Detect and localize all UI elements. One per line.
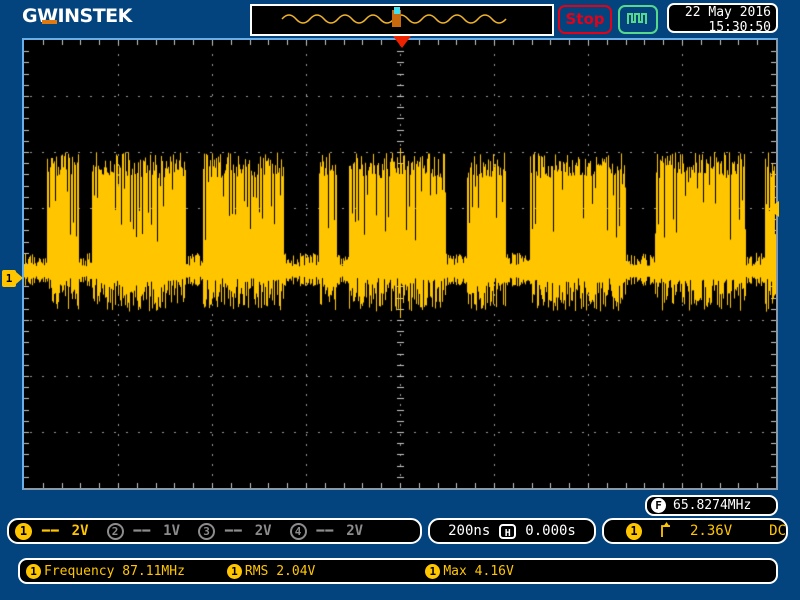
channel-2-settings[interactable]: 2 ━━ 1V: [106, 522, 180, 540]
channel-1-settings[interactable]: 1 ━━ 2V: [15, 522, 89, 540]
brand-logo: GWINSTEK: [22, 5, 132, 27]
rising-edge-icon: [660, 521, 673, 542]
channel-2-badge[interactable]: 2: [106, 522, 124, 540]
measurement-2-channel-badge: 1: [226, 563, 242, 579]
measurement-1-label: Frequency: [44, 563, 115, 579]
measurement-item-max[interactable]: 1 Max 4.16V: [425, 563, 514, 579]
frequency-counter: F 65.8274MHz: [645, 495, 778, 516]
trigger-source-badge[interactable]: 1: [626, 522, 642, 540]
channel-4-settings[interactable]: 4 ━━ 2V: [289, 522, 363, 540]
timebase-scale[interactable]: 200ns: [448, 523, 490, 539]
trigger-level-arrow[interactable]: [768, 201, 779, 217]
channel-1-ground-pointer: [16, 272, 23, 284]
channel-2-volts-div[interactable]: 1V: [163, 523, 180, 539]
trigger-level-value[interactable]: 2.36V: [690, 523, 732, 539]
channel-1-badge[interactable]: 1: [15, 522, 32, 540]
trigger-position-arrow[interactable]: [393, 36, 411, 48]
timebase-position[interactable]: 0.000s: [525, 523, 576, 539]
channel-3-coupling-icon: ━━: [225, 523, 243, 539]
measurement-3-label: Max: [443, 563, 467, 579]
frequency-counter-badge: F: [651, 498, 666, 513]
timebase-bar[interactable]: 200ns H 0.000s: [428, 518, 596, 544]
measurement-3-channel-badge: 1: [425, 563, 441, 579]
date-time-display: 22 May 2016 15:30:50: [667, 3, 778, 35]
trigger-coupling[interactable]: DC: [769, 523, 786, 539]
measurement-bar: 1 Frequency 87.11MHz 1 RMS 2.04V 1 Max 4…: [18, 558, 778, 584]
measurement-item-rms[interactable]: 1 RMS 2.04V: [226, 563, 316, 579]
measurement-1-value: 87.11MHz: [122, 563, 185, 579]
waveform-canvas: [24, 40, 776, 488]
channel-2-coupling-icon: ━━: [133, 523, 152, 539]
channel-1-ground-marker[interactable]: 1: [2, 270, 23, 287]
channel-1-volts-div[interactable]: 2V: [72, 523, 89, 539]
oscilloscope-screen: GWINSTEK Stop 22 May 2016 15:30:50 1 F 6…: [0, 0, 800, 600]
brand-logo-accent-bar: [42, 20, 57, 24]
measurement-item-frequency[interactable]: 1 Frequency 87.11MHz: [26, 563, 185, 579]
waveform-overview-icon: [281, 7, 507, 27]
channel-settings-bar: 1 ━━ 2V 2 ━━ 1V 3 ━━ 2V 4 ━━ 2V: [7, 518, 422, 544]
channel-4-badge[interactable]: 4: [289, 522, 307, 540]
measurement-1-channel-badge: 1: [26, 563, 41, 579]
date-text: 22 May 2016: [684, 5, 771, 20]
measurement-2-label: RMS: [244, 563, 269, 579]
channel-3-badge[interactable]: 3: [198, 522, 216, 540]
pulse-waveform-icon[interactable]: [618, 5, 658, 34]
channel-4-volts-div[interactable]: 2V: [346, 523, 363, 539]
horizontal-position-icon: H: [499, 523, 517, 539]
channel-1-ground-label: 1: [2, 270, 16, 287]
channel-1-coupling-icon: ━━: [42, 523, 60, 539]
measurement-3-value: 4.16V: [474, 563, 514, 579]
waveform-overview-window[interactable]: [250, 4, 554, 36]
frequency-counter-value: 65.8274MHz: [673, 498, 752, 513]
top-toolbar: GWINSTEK Stop 22 May 2016 15:30:50: [0, 0, 800, 36]
waveform-display-area[interactable]: [22, 38, 778, 490]
channel-3-volts-div[interactable]: 2V: [255, 523, 272, 539]
run-stop-button[interactable]: Stop: [558, 5, 612, 34]
time-text: 15:30:50: [708, 20, 771, 35]
channel-3-settings[interactable]: 3 ━━ 2V: [198, 522, 272, 540]
channel-4-coupling-icon: ━━: [316, 523, 335, 539]
brand-logo-text: GWINSTEK: [22, 5, 132, 27]
trigger-settings-bar[interactable]: 1 2.36V DC: [602, 518, 788, 544]
measurement-2-value: 2.04V: [276, 563, 316, 579]
